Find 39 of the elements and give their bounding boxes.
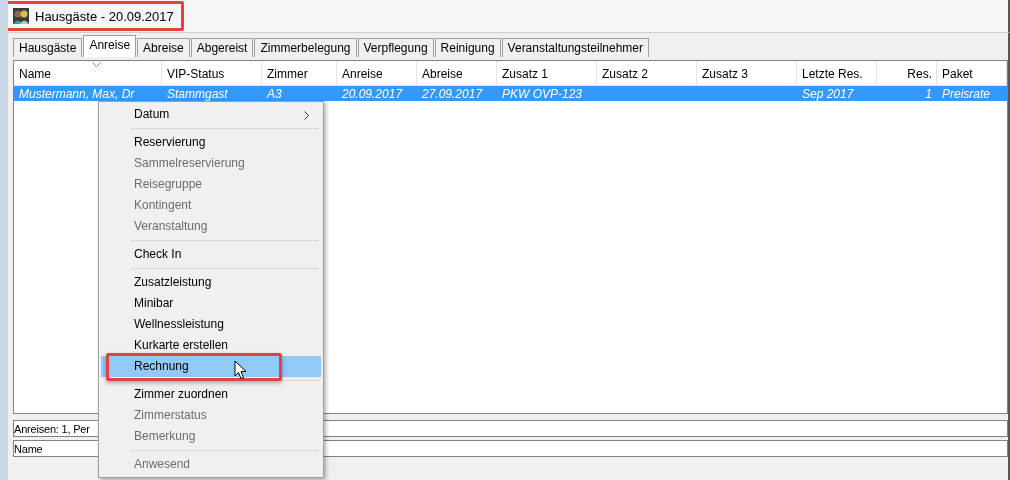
- menu-item[interactable]: Check In: [101, 244, 321, 265]
- table-cell: A3: [267, 87, 282, 101]
- menu-item[interactable]: Zusatzleistung: [101, 272, 321, 293]
- table-cell: 1: [925, 87, 932, 101]
- column-header[interactable]: Res.: [877, 61, 937, 85]
- window-title: Hausgäste - 20.09.2017: [35, 8, 174, 24]
- table-cell: PKW OVP-123: [502, 87, 583, 101]
- people-icon: [12, 7, 30, 25]
- tab[interactable]: Reinigung: [434, 38, 501, 57]
- table-cell: Sep 2017: [802, 87, 854, 101]
- column-header[interactable]: Zusatz 3: [697, 61, 797, 85]
- mouse-pointer-icon: [234, 360, 247, 380]
- column-header[interactable]: Anreise: [337, 61, 417, 85]
- tab[interactable]: Verpflegung: [357, 38, 434, 57]
- column-header[interactable]: VIP-Status: [162, 61, 262, 85]
- column-header[interactable]: Zusatz 2: [597, 61, 697, 85]
- table-cell: 20.09.2017: [342, 87, 403, 101]
- table-cell: 27.09.2017: [422, 87, 483, 101]
- column-header[interactable]: Abreise: [417, 61, 497, 85]
- column-header[interactable]: Zusatz 1: [497, 61, 597, 85]
- column-header[interactable]: Paket: [937, 61, 1007, 85]
- menu-item[interactable]: Zimmer zuordnen: [101, 384, 321, 405]
- column-header[interactable]: Zimmer: [262, 61, 337, 85]
- table-cell: Mustermann, Max, Dr: [19, 87, 135, 101]
- tab[interactable]: Abreise: [137, 38, 190, 57]
- column-header[interactable]: Name: [14, 61, 162, 85]
- tab[interactable]: Veranstaltungsteilnehmer: [501, 38, 650, 57]
- menu-item[interactable]: Wellnessleistung: [101, 314, 321, 335]
- menu-item[interactable]: Minibar: [101, 293, 321, 314]
- menu-item[interactable]: Kurkarte erstellen: [101, 335, 321, 356]
- tab[interactable]: Anreise: [83, 35, 137, 57]
- menu-item[interactable]: Reservierung: [101, 132, 321, 153]
- tab[interactable]: Hausgäste: [13, 38, 83, 57]
- tab[interactable]: Abgereist: [190, 38, 254, 57]
- menu-item[interactable]: Datum: [101, 104, 321, 125]
- tab[interactable]: Zimmerbelegung: [254, 38, 357, 57]
- column-header[interactable]: Letzte Res.: [797, 61, 877, 85]
- table-cell: Stammgast: [167, 87, 228, 101]
- table-cell: Preisrate: [942, 87, 991, 101]
